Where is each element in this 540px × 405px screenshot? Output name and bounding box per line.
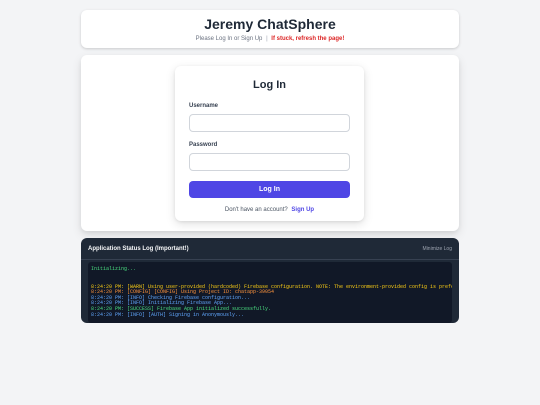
status-log-panel: Application Status Log (Important!) Mini… bbox=[81, 238, 459, 323]
log-entries: 8:24:20 PM: [WARN] Using user-provided (… bbox=[91, 284, 452, 319]
password-input[interactable] bbox=[189, 153, 350, 171]
login-button[interactable]: Log In bbox=[189, 181, 350, 198]
subtitle-text: Please Log In or Sign Up bbox=[195, 36, 263, 42]
main-card: Log In Username Password Log In Don't ha… bbox=[81, 55, 459, 231]
subtitle-separator: | bbox=[266, 36, 268, 42]
status-log-title: Application Status Log (Important!) bbox=[88, 245, 189, 252]
refresh-warning: If stuck, refresh the page! bbox=[271, 36, 345, 42]
username-label: Username bbox=[189, 103, 219, 109]
header-card: Jeremy ChatSphere Please Log In or Sign … bbox=[81, 10, 459, 48]
login-form: Log In Username Password Log In Don't ha… bbox=[175, 66, 364, 221]
login-title: Log In bbox=[253, 79, 286, 91]
signup-link[interactable]: Sign Up bbox=[291, 207, 314, 213]
status-log-body[interactable]: Initializing... 8:24:20 PM: [WARN] Using… bbox=[88, 262, 452, 323]
signup-row: Don't have an account? Sign Up bbox=[189, 206, 350, 214]
no-account-text: Don't have an account? bbox=[224, 207, 288, 213]
app-title: Jeremy ChatSphere bbox=[204, 16, 336, 32]
username-input[interactable] bbox=[189, 114, 350, 132]
log-initializing: Initializing... bbox=[91, 266, 137, 272]
subtitle: Please Log In or Sign Up | If stuck, ref… bbox=[81, 35, 459, 43]
log-entry: 8:24:20 PM: [INFO] [AUTH] Signing in Ano… bbox=[91, 311, 245, 318]
status-log-header: Application Status Log (Important!) Mini… bbox=[81, 238, 459, 260]
minimize-log-button[interactable]: Minimize Log bbox=[423, 246, 452, 252]
password-label: Password bbox=[189, 142, 218, 148]
